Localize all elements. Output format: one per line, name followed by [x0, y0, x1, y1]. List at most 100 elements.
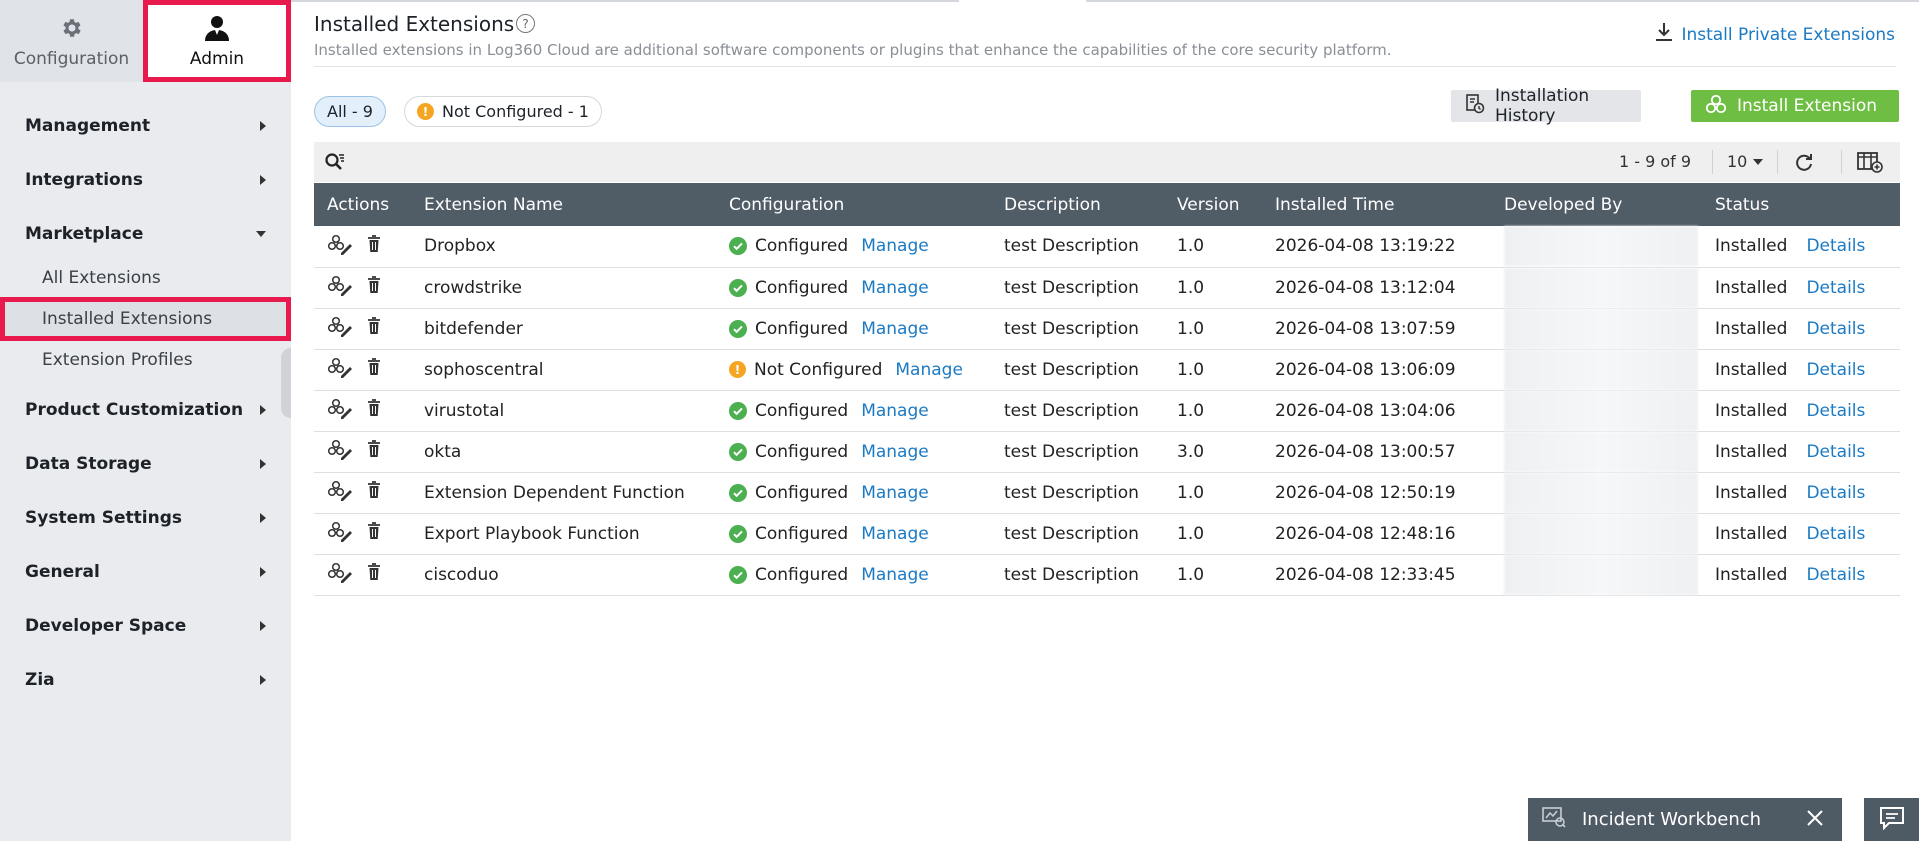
filter-all[interactable]: All - 9	[314, 96, 386, 127]
pager-text: 1 - 9 of 9	[1619, 152, 1692, 171]
column-chooser-icon[interactable]	[1857, 151, 1883, 177]
tab-configuration[interactable]: Configuration	[0, 0, 143, 82]
details-link[interactable]: Details	[1806, 236, 1865, 256]
nav-marketplace[interactable]: Marketplace	[0, 216, 291, 252]
table-row: virustotal Configured Manage test Descri…	[314, 390, 1900, 432]
edit-extension-icon[interactable]	[327, 397, 353, 424]
trash-icon[interactable]	[367, 234, 381, 258]
nav-system-settings[interactable]: System Settings	[0, 500, 291, 536]
table-row: Dropbox Configured Manage test Descripti…	[314, 226, 1900, 268]
download-icon	[1655, 22, 1673, 47]
help-icon[interactable]: ?	[516, 14, 535, 33]
status-text: Installed	[1715, 564, 1788, 585]
details-link[interactable]: Details	[1806, 319, 1865, 339]
status-cell: Installed Details	[1715, 267, 1900, 309]
manage-link[interactable]: Manage	[861, 401, 929, 421]
details-link[interactable]: Details	[1806, 401, 1865, 421]
installed-time: 2026-04-08 12:33:45	[1275, 554, 1504, 596]
check-circle-icon	[729, 483, 747, 502]
col-status[interactable]: Status	[1715, 183, 1900, 226]
details-link[interactable]: Details	[1806, 565, 1865, 585]
configuration-cell: Configured Manage	[729, 431, 1004, 473]
details-link[interactable]: Details	[1806, 278, 1865, 298]
nav-integrations[interactable]: Integrations	[0, 162, 291, 198]
details-link[interactable]: Details	[1806, 442, 1865, 462]
nav-developer-space-label: Developer Space	[25, 616, 187, 636]
trash-icon[interactable]	[367, 358, 381, 381]
manage-link[interactable]: Manage	[861, 524, 929, 544]
nav-system-settings-label: System Settings	[25, 508, 182, 528]
edit-extension-icon[interactable]	[327, 520, 353, 547]
tab-admin[interactable]: Admin	[143, 0, 291, 82]
trash-icon[interactable]	[367, 563, 381, 586]
redacted-block	[1504, 513, 1698, 554]
installed-time: 2026-04-08 13:07:59	[1275, 308, 1504, 350]
refresh-icon[interactable]	[1794, 152, 1814, 176]
trash-icon[interactable]	[367, 440, 381, 463]
edit-extension-icon[interactable]	[327, 356, 353, 383]
edit-extension-icon[interactable]	[327, 561, 353, 588]
page-title: Installed Extensions	[314, 12, 515, 36]
nav-product-customization[interactable]: Product Customization	[0, 392, 291, 428]
nav-sub-installed-extensions[interactable]: Installed Extensions	[0, 297, 291, 341]
edit-extension-icon[interactable]	[327, 315, 353, 342]
nav-zia[interactable]: Zia	[0, 662, 291, 698]
actions-cell	[314, 349, 424, 391]
version: 1.0	[1177, 390, 1275, 432]
nav-data-storage[interactable]: Data Storage	[0, 446, 291, 482]
version: 1.0	[1177, 472, 1275, 514]
col-developed-by[interactable]: Developed By	[1504, 183, 1715, 226]
manage-link[interactable]: Manage	[861, 565, 929, 585]
manage-link[interactable]: Manage	[861, 483, 929, 503]
trash-icon[interactable]	[367, 481, 381, 504]
page-size-select[interactable]: 10	[1727, 152, 1764, 171]
col-configuration[interactable]: Configuration	[729, 183, 1004, 226]
trash-icon[interactable]	[367, 276, 381, 299]
developed-by-redacted	[1504, 554, 1715, 596]
details-link[interactable]: Details	[1806, 524, 1865, 544]
nav-management[interactable]: Management	[0, 108, 291, 144]
manage-link[interactable]: Manage	[861, 278, 929, 298]
workbench-icon	[1542, 806, 1566, 833]
manage-link[interactable]: Manage	[861, 442, 929, 462]
install-extension-button[interactable]: Install Extension	[1691, 90, 1899, 122]
chevron-right-icon	[260, 405, 266, 415]
nav-sub-all-extensions[interactable]: All Extensions	[0, 258, 291, 298]
col-installed-time[interactable]: Installed Time	[1275, 183, 1504, 226]
description: test Description	[1004, 472, 1177, 514]
installation-history-button[interactable]: Installation History	[1451, 86, 1641, 126]
trash-icon[interactable]	[367, 522, 381, 545]
configuration-status: Configured	[755, 441, 849, 462]
details-link[interactable]: Details	[1806, 483, 1865, 503]
table-row: Export Playbook Function Configured Mana…	[314, 513, 1900, 555]
nav-general[interactable]: General	[0, 554, 291, 590]
trash-icon[interactable]	[367, 399, 381, 422]
sidebar: Configuration Admin Management Integrati…	[0, 0, 291, 841]
edit-extension-icon[interactable]	[327, 479, 353, 506]
nav-developer-space[interactable]: Developer Space	[0, 608, 291, 644]
col-version[interactable]: Version	[1177, 183, 1275, 226]
close-icon[interactable]	[1806, 809, 1824, 832]
sidebar-collapse-handle[interactable]	[281, 348, 291, 418]
manage-link[interactable]: Manage	[861, 319, 929, 339]
col-description[interactable]: Description	[1004, 183, 1177, 226]
filter-not-configured[interactable]: ! Not Configured - 1	[404, 96, 602, 127]
extension-name: Extension Dependent Function	[424, 472, 729, 514]
edit-extension-icon[interactable]	[327, 233, 353, 260]
description: test Description	[1004, 390, 1177, 432]
nav-sub-extension-profiles[interactable]: Extension Profiles	[0, 340, 291, 380]
details-link[interactable]: Details	[1806, 360, 1865, 380]
manage-link[interactable]: Manage	[861, 236, 929, 256]
description: test Description	[1004, 226, 1177, 268]
incident-workbench-bar[interactable]: Incident Workbench	[1528, 798, 1842, 841]
manage-link[interactable]: Manage	[895, 360, 963, 380]
trash-icon[interactable]	[367, 317, 381, 340]
chat-button[interactable]	[1864, 798, 1919, 841]
search-filter-icon[interactable]	[324, 152, 346, 176]
edit-extension-icon[interactable]	[327, 438, 353, 465]
install-private-extensions-link[interactable]: Install Private Extensions	[1655, 22, 1895, 47]
col-extension-name[interactable]: Extension Name	[424, 183, 729, 226]
edit-extension-icon[interactable]	[327, 274, 353, 301]
chevron-right-icon	[260, 175, 266, 185]
developed-by-redacted	[1504, 267, 1715, 309]
